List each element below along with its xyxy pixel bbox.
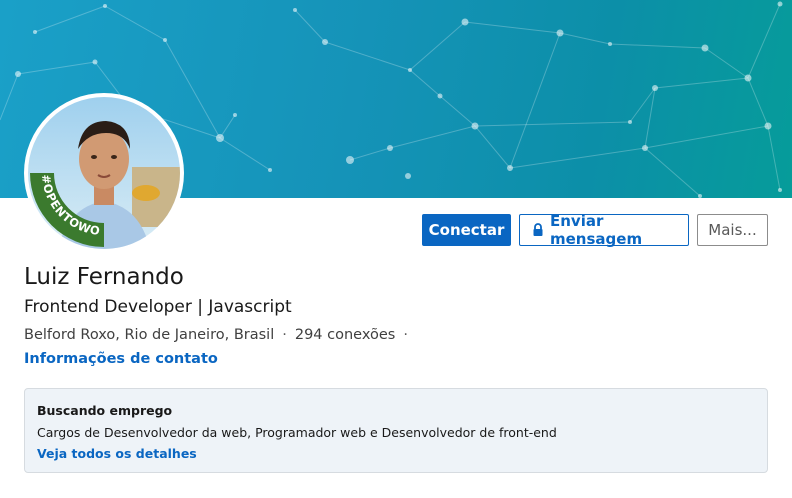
profile-headline: Frontend Developer | Javascript (24, 297, 292, 317)
more-button[interactable]: Mais... (697, 214, 768, 246)
send-message-label: Enviar mensagem (550, 212, 643, 248)
profile-meta: Belford Roxo, Rio de Janeiro, Brasil · 2… (24, 327, 416, 343)
connections-count[interactable]: 294 conexões (295, 327, 395, 343)
send-message-button[interactable]: Enviar mensagem (519, 212, 689, 248)
meta-separator-trailing: · (403, 327, 408, 343)
open-to-work-title: Buscando emprego (37, 403, 173, 418)
connect-button[interactable]: Conectar (422, 214, 511, 246)
open-to-work-description: Cargos de Desenvolvedor da web, Programa… (37, 425, 557, 440)
avatar-image: #OPENTOWORK (28, 97, 180, 249)
profile-name: Luiz Fernando (24, 264, 184, 290)
avatar: #OPENTOWORK (28, 97, 180, 249)
see-all-details-link[interactable]: Veja todos os detalhes (37, 446, 197, 461)
lock-icon (532, 223, 544, 237)
profile-actions: Conectar Enviar mensagem Mais... (422, 212, 768, 248)
profile-location: Belford Roxo, Rio de Janeiro, Brasil (24, 327, 275, 343)
meta-separator: · (282, 327, 287, 343)
profile-photo[interactable]: #OPENTOWORK (24, 93, 184, 253)
open-to-work-card[interactable]: Buscando emprego Cargos de Desenvolvedor… (24, 388, 768, 473)
contact-info-link[interactable]: Informações de contato (24, 351, 218, 367)
